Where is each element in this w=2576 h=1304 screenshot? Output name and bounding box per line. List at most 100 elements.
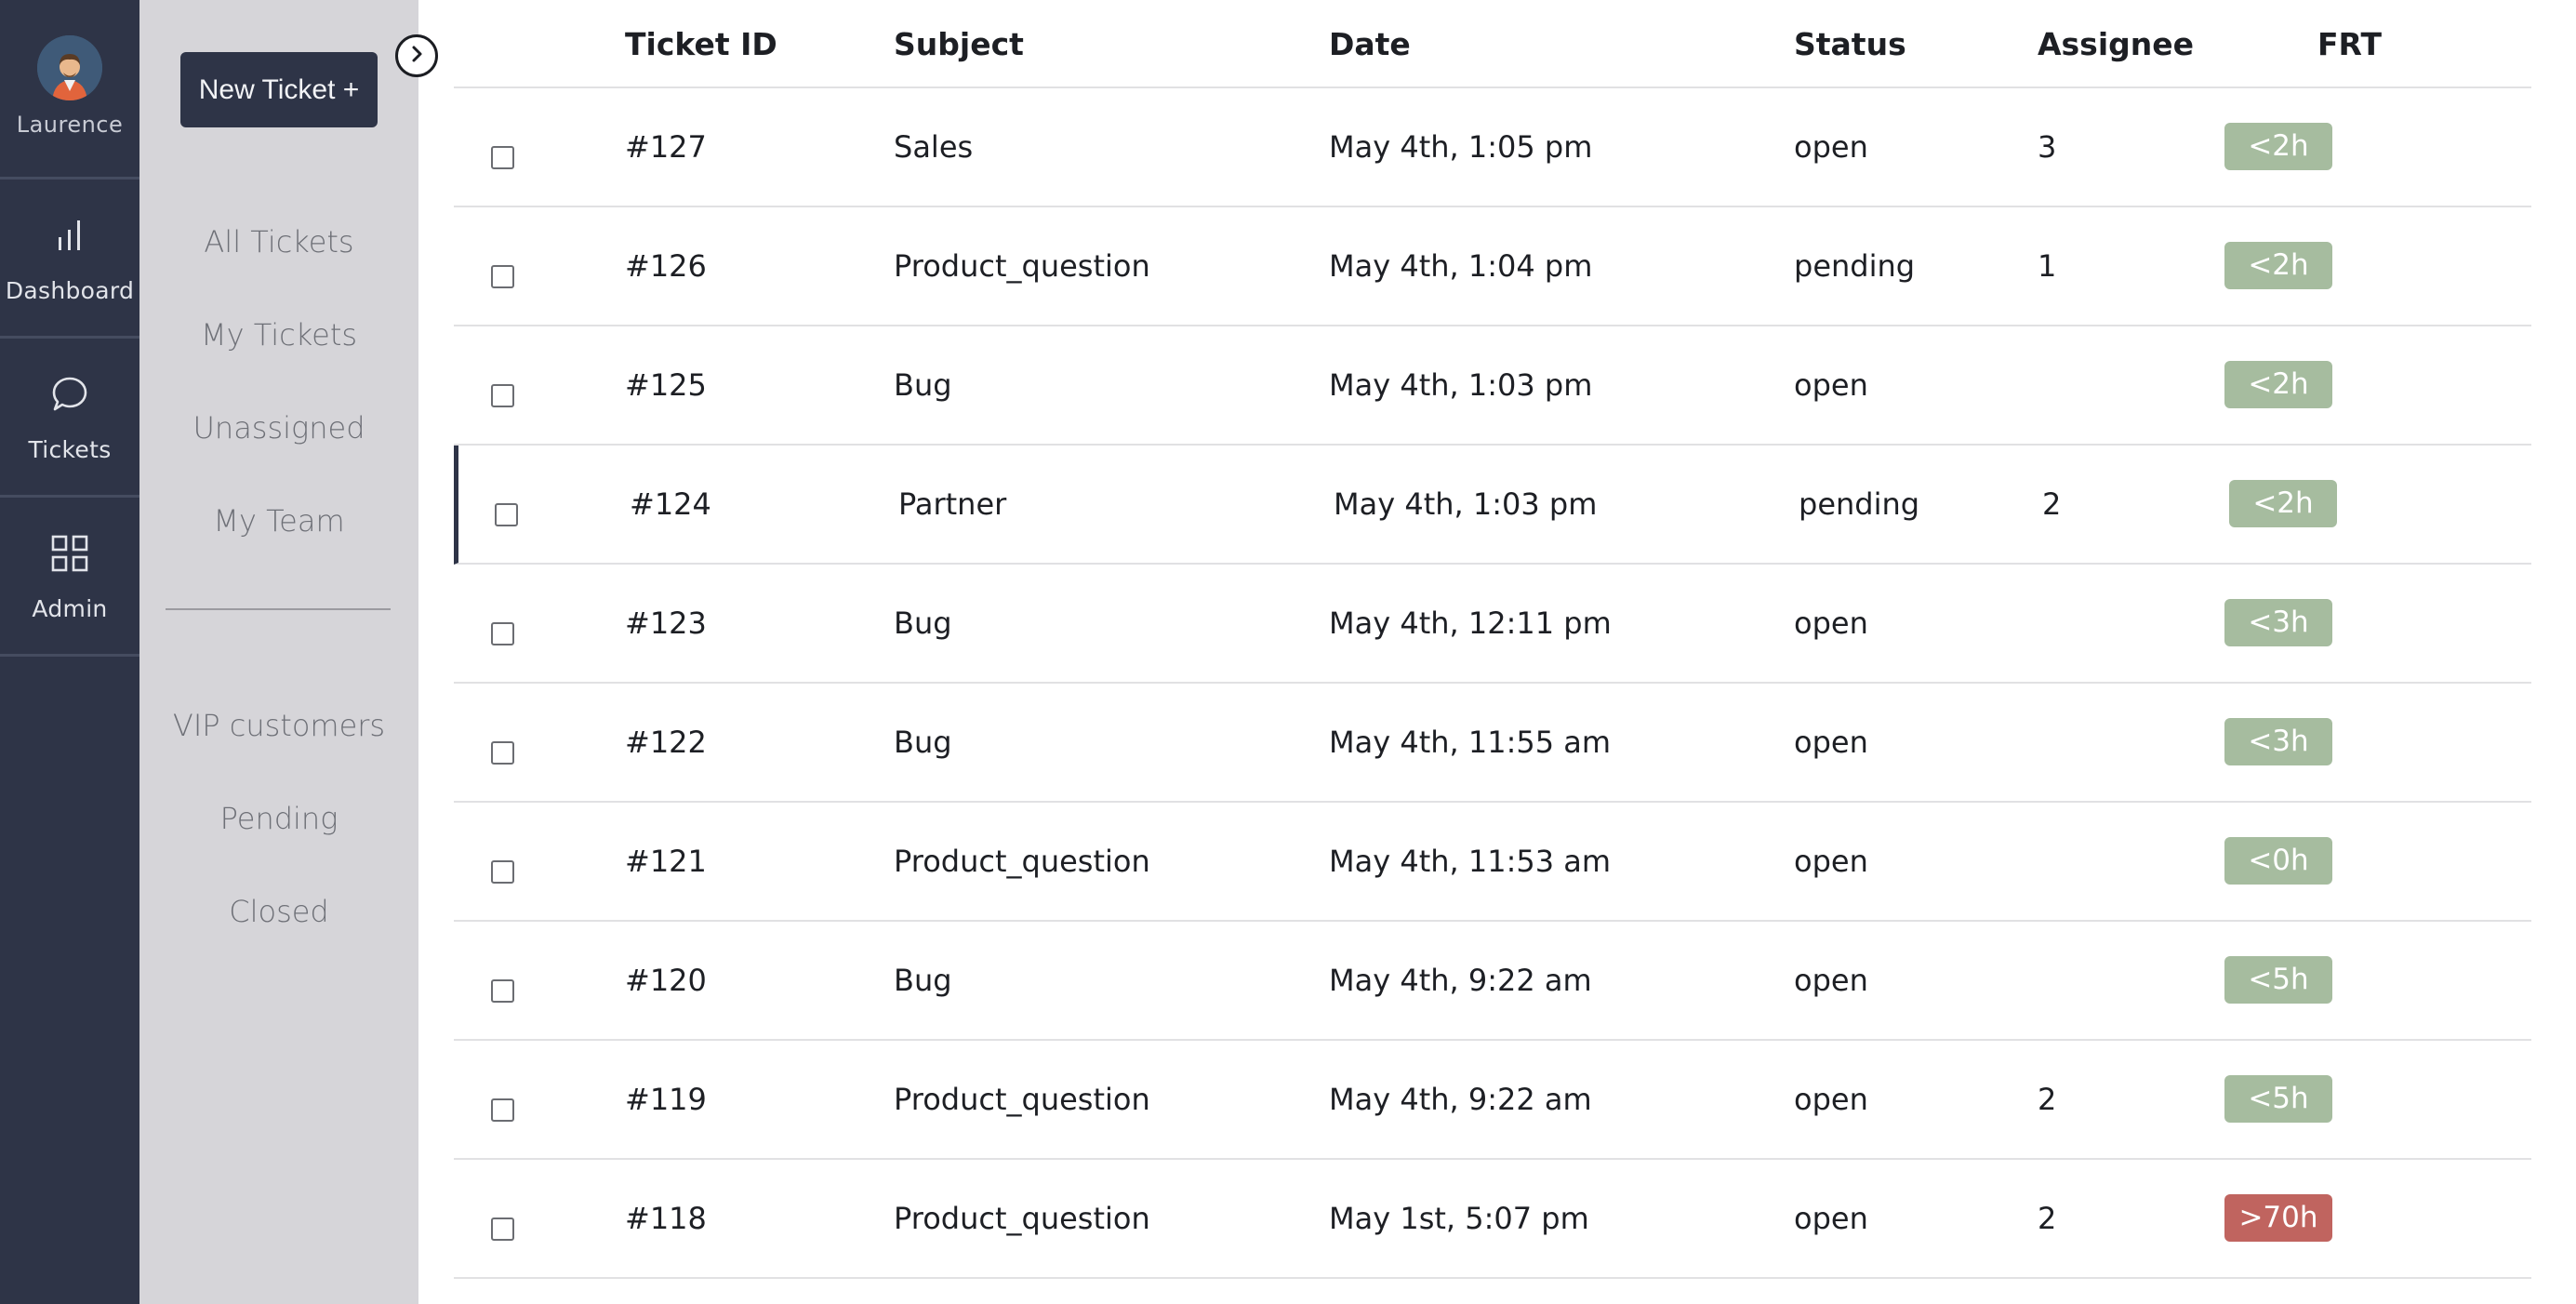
row-checkbox[interactable] <box>491 1098 514 1122</box>
column-header-subject[interactable]: Subject <box>894 26 1024 62</box>
ticket-date: May 4th, 11:55 am <box>1329 725 1612 760</box>
sidebar-item-all-tickets[interactable]: All Tickets <box>139 208 418 301</box>
ticket-filters: All Tickets My Tickets Unassigned My Tea… <box>139 208 418 580</box>
row-checkbox[interactable] <box>491 860 514 884</box>
frt-badge: <3h <box>2224 718 2332 765</box>
table-row[interactable]: #120 Bug May 4th, 9:22 am open <5h <box>454 922 2531 1041</box>
sidebar-item-my-tickets[interactable]: My Tickets <box>139 301 418 394</box>
ticket-subject: Sales <box>894 129 974 165</box>
table-row[interactable]: #122 Bug May 4th, 11:55 am open <3h <box>454 684 2531 803</box>
ticket-id[interactable]: #119 <box>625 1082 707 1117</box>
frt-badge: <2h <box>2224 242 2332 289</box>
row-checkbox[interactable] <box>491 146 514 169</box>
ticket-sidebar: New Ticket + All Tickets My Tickets Unas… <box>139 0 418 1304</box>
rail-item-label: Admin <box>32 594 108 622</box>
ticket-status: open <box>1794 1082 1868 1117</box>
row-checkbox[interactable] <box>491 741 514 765</box>
ticket-subject: Bug <box>894 367 952 403</box>
ticket-subject: Bug <box>894 605 952 641</box>
ticket-status: open <box>1794 129 1868 165</box>
bar-chart-icon <box>46 212 93 259</box>
table-row[interactable]: #127 Sales May 4th, 1:05 pm open 3 <2h <box>454 88 2531 207</box>
sidebar-item-unassigned[interactable]: Unassigned <box>139 394 418 487</box>
ticket-id[interactable]: #125 <box>625 367 707 403</box>
table-row[interactable]: #123 Bug May 4th, 12:11 pm open <3h <box>454 565 2531 684</box>
table-body: #127 Sales May 4th, 1:05 pm open 3 <2h #126 Pro… <box>454 88 2531 1279</box>
ticket-status: pending <box>1799 486 1920 522</box>
ticket-date: May 4th, 9:22 am <box>1329 963 1592 998</box>
column-header-status[interactable]: Status <box>1794 26 1906 62</box>
ticket-date: May 4th, 9:22 am <box>1329 1082 1592 1117</box>
frt-badge: <5h <box>2224 956 2332 1004</box>
ticket-status: pending <box>1794 248 1916 284</box>
ticket-subject: Bug <box>894 725 952 760</box>
icon-rail: Laurence Dashboard Tickets Admin <box>0 0 139 1304</box>
ticket-assignee: 1 <box>2038 248 2057 284</box>
ticket-id[interactable]: #122 <box>625 725 707 760</box>
ticket-date: May 4th, 1:03 pm <box>1329 367 1593 403</box>
ticket-assignee: 2 <box>2042 486 2062 522</box>
ticket-subject: Product_question <box>894 248 1150 284</box>
ticket-assignee: 3 <box>2038 129 2057 165</box>
frt-badge: <2h <box>2224 123 2332 170</box>
sidebar-item-vip-customers[interactable]: VIP customers <box>139 692 418 785</box>
sidebar-item-pending[interactable]: Pending <box>139 785 418 878</box>
table-row[interactable]: #119 Product_question May 4th, 9:22 am open… <box>454 1041 2531 1160</box>
rail-item-dashboard[interactable]: Dashboard <box>0 180 139 339</box>
user-name: Laurence <box>16 112 124 138</box>
ticket-id[interactable]: #127 <box>625 129 707 165</box>
ticket-date: May 4th, 12:11 pm <box>1329 605 1612 641</box>
row-checkbox[interactable] <box>495 503 518 526</box>
row-checkbox[interactable] <box>491 265 514 288</box>
ticket-status: open <box>1794 367 1868 403</box>
ticket-id[interactable]: #124 <box>630 486 711 522</box>
table-row[interactable]: #126 Product_question May 4th, 1:04 pm pend… <box>454 207 2531 326</box>
table-row[interactable]: #124 Partner May 4th, 1:03 pm pending 2 <2h <box>454 446 2531 565</box>
ticket-date: May 4th, 1:05 pm <box>1329 129 1593 165</box>
frt-badge: <5h <box>2224 1075 2332 1123</box>
frt-badge: <2h <box>2229 480 2337 527</box>
frt-badge: <3h <box>2224 599 2332 646</box>
ticket-id[interactable]: #120 <box>625 963 707 998</box>
ticket-status: open <box>1794 605 1868 641</box>
collapse-sidebar-button[interactable] <box>395 34 438 77</box>
ticket-date: May 4th, 11:53 am <box>1329 844 1612 879</box>
rail-item-admin[interactable]: Admin <box>0 498 139 657</box>
ticket-id[interactable]: #126 <box>625 248 707 284</box>
avatar[interactable] <box>37 35 102 100</box>
ticket-id[interactable]: #123 <box>625 605 707 641</box>
row-checkbox[interactable] <box>491 384 514 407</box>
ticket-subject: Bug <box>894 963 952 998</box>
sidebar-item-my-team[interactable]: My Team <box>139 487 418 580</box>
table-row[interactable]: #125 Bug May 4th, 1:03 pm open <2h <box>454 326 2531 446</box>
ticket-status: open <box>1794 844 1868 879</box>
column-header-ticket-id[interactable]: Ticket ID <box>625 26 777 62</box>
ticket-assignee: 2 <box>2038 1082 2057 1117</box>
ticket-subject: Product_question <box>894 844 1150 879</box>
ticket-subject: Product_question <box>894 1201 1150 1236</box>
sidebar-divider <box>166 608 391 610</box>
column-header-date[interactable]: Date <box>1329 26 1411 62</box>
ticket-id[interactable]: #118 <box>625 1201 707 1236</box>
rail-item-label: Tickets <box>28 435 112 463</box>
row-checkbox[interactable] <box>491 1218 514 1241</box>
grid-icon <box>46 530 93 577</box>
column-header-assignee[interactable]: Assignee <box>2038 26 2194 62</box>
table-header: Ticket ID Subject Date Status Assignee F… <box>454 0 2531 88</box>
new-ticket-button[interactable]: New Ticket + <box>180 52 378 127</box>
frt-badge: <2h <box>2224 361 2332 408</box>
table-row[interactable]: #121 Product_question May 4th, 11:53 am ope… <box>454 803 2531 922</box>
row-checkbox[interactable] <box>491 979 514 1003</box>
table-row[interactable]: #118 Product_question May 1st, 5:07 pm open… <box>454 1160 2531 1279</box>
frt-badge: <0h <box>2224 837 2332 885</box>
frt-badge: >70h <box>2224 1194 2332 1242</box>
row-checkbox[interactable] <box>491 622 514 645</box>
user-profile[interactable]: Laurence <box>0 0 139 180</box>
rail-item-tickets[interactable]: Tickets <box>0 339 139 498</box>
sidebar-item-closed[interactable]: Closed <box>139 878 418 971</box>
ticket-status: open <box>1794 1201 1868 1236</box>
chevron-right-icon <box>406 44 427 68</box>
column-header-frt[interactable]: FRT <box>2317 26 2382 62</box>
ticket-id[interactable]: #121 <box>625 844 707 879</box>
ticket-subject: Product_question <box>894 1082 1150 1117</box>
